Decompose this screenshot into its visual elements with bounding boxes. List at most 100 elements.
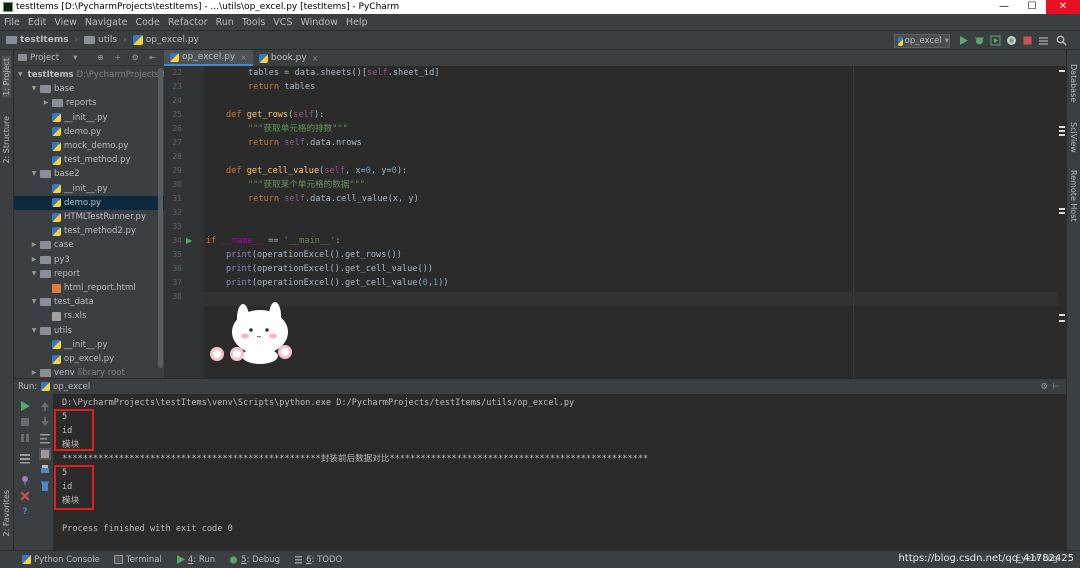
- tree-item[interactable]: ▼ testItemsD:\PycharmProjects\testItems: [14, 68, 164, 82]
- tree-item[interactable]: ▶ venv library root: [14, 366, 164, 378]
- sciview-tool-button[interactable]: SciView: [1069, 122, 1078, 153]
- run-tool-button[interactable]: 4 : Run: [176, 555, 215, 565]
- print-icon[interactable]: [39, 464, 51, 476]
- close-button[interactable]: ✕: [1046, 0, 1080, 14]
- stripe-marker[interactable]: [1059, 208, 1065, 210]
- expanded-arrow-icon[interactable]: ▼: [30, 267, 38, 281]
- tree-item[interactable]: demo.py: [14, 125, 164, 139]
- tree-item[interactable]: __init__.py: [14, 182, 164, 196]
- collapsed-arrow-icon[interactable]: ▶: [30, 366, 38, 378]
- gear-icon[interactable]: ⚙: [1040, 382, 1048, 392]
- close-tab-icon[interactable]: ×: [240, 53, 247, 62]
- terminal-tool-button[interactable]: Terminal: [113, 555, 162, 565]
- tab-book[interactable]: book.py ×: [253, 50, 325, 66]
- run-configuration-select[interactable]: op_excel ▾: [894, 34, 950, 48]
- tree-item[interactable]: ▼ base2: [14, 167, 164, 181]
- menu-run[interactable]: Run: [216, 17, 234, 28]
- tree-item[interactable]: ▶ case: [14, 238, 164, 252]
- tree-item[interactable]: __init__.py: [14, 111, 164, 125]
- stripe-marker[interactable]: [1059, 320, 1065, 322]
- tree-item[interactable]: ▶ reports: [14, 96, 164, 110]
- expanded-arrow-icon[interactable]: ▼: [18, 68, 23, 82]
- stripe-marker[interactable]: [1059, 70, 1065, 72]
- search-icon[interactable]: [1056, 35, 1067, 46]
- project-tree-scrollbar[interactable]: [158, 68, 163, 368]
- minimize-button[interactable]: —: [990, 0, 1018, 14]
- tree-item[interactable]: demo.py: [14, 195, 164, 210]
- todo-tool-button[interactable]: 6 : TODO: [294, 555, 342, 565]
- debug-icon[interactable]: [974, 35, 985, 46]
- breadcrumb-utils[interactable]: utils: [84, 35, 117, 45]
- stripe-marker[interactable]: [1059, 314, 1065, 316]
- run-console-output[interactable]: D:\PycharmProjects\testItems\venv\Script…: [54, 394, 1066, 550]
- stripe-marker[interactable]: [1059, 212, 1065, 214]
- menu-code[interactable]: Code: [135, 17, 159, 28]
- rerun-icon[interactable]: [19, 400, 31, 412]
- tree-item[interactable]: ▼ test_data: [14, 295, 164, 309]
- vcs-update-icon[interactable]: [1038, 35, 1049, 46]
- menu-navigate[interactable]: Navigate: [85, 17, 128, 28]
- collapsed-arrow-icon[interactable]: ▶: [42, 96, 50, 110]
- stop-icon[interactable]: [1022, 35, 1033, 46]
- expanded-arrow-icon[interactable]: ▼: [30, 324, 38, 338]
- debug-tool-button[interactable]: 5 : Debug: [229, 555, 280, 565]
- tree-item[interactable]: __init__.py: [14, 338, 164, 352]
- menu-edit[interactable]: Edit: [28, 17, 46, 28]
- structure-tool-button[interactable]: 2: Structure: [2, 116, 11, 164]
- trash-icon[interactable]: [39, 480, 51, 492]
- menu-window[interactable]: Window: [300, 17, 337, 28]
- stripe-marker[interactable]: [1059, 130, 1065, 132]
- expanded-arrow-icon[interactable]: ▼: [30, 82, 38, 96]
- tab-op-excel[interactable]: op_excel.py ×: [164, 50, 253, 66]
- favorites-tool-button[interactable]: 2: Favorites: [2, 490, 11, 536]
- code-editor[interactable]: tables = data.sheets()[self.sheet_id] re…: [204, 66, 1058, 378]
- database-tool-button[interactable]: Database: [1069, 64, 1078, 102]
- tree-item[interactable]: op_excel.py: [14, 352, 164, 366]
- close-icon[interactable]: [19, 490, 31, 502]
- stripe-marker[interactable]: [1059, 126, 1065, 128]
- hide-panel-icon[interactable]: ⊢: [1053, 382, 1060, 392]
- run-with-coverage-icon[interactable]: [990, 35, 1001, 46]
- menu-view[interactable]: View: [54, 17, 77, 28]
- layout-icon[interactable]: [19, 452, 31, 464]
- python-console-tool-button[interactable]: Python Console: [22, 555, 100, 565]
- editor-error-stripe[interactable]: [1058, 66, 1066, 378]
- stripe-marker[interactable]: [1059, 134, 1065, 136]
- tree-item[interactable]: HTMLTestRunner.py: [14, 210, 164, 224]
- soft-wrap-icon[interactable]: [39, 432, 51, 444]
- help-icon[interactable]: ?: [19, 506, 31, 518]
- run-gutter-icon[interactable]: ▶: [186, 236, 192, 245]
- project-tool-button[interactable]: 1: Project: [2, 56, 11, 98]
- tree-item[interactable]: ▼ base: [14, 82, 164, 96]
- breadcrumb-project[interactable]: testItems: [6, 35, 69, 45]
- tree-item[interactable]: mock_demo.py: [14, 139, 164, 153]
- project-panel-title[interactable]: Project: [30, 53, 59, 63]
- menu-refactor[interactable]: Refactor: [168, 17, 208, 28]
- tree-item[interactable]: ▶ py3: [14, 253, 164, 267]
- collapsed-arrow-icon[interactable]: ▶: [30, 253, 38, 267]
- menu-file[interactable]: File: [4, 17, 20, 28]
- expanded-arrow-icon[interactable]: ▼: [30, 167, 38, 181]
- scroll-to-end-icon[interactable]: [39, 448, 51, 460]
- tree-item[interactable]: html_report.html: [14, 281, 164, 295]
- tree-item[interactable]: test_method2.py: [14, 224, 164, 238]
- run-icon[interactable]: [958, 35, 969, 46]
- tree-item[interactable]: ▼ report: [14, 267, 164, 281]
- close-tab-icon[interactable]: ×: [312, 54, 319, 63]
- editor-gutter[interactable]: 22 23 24 25 26 27 28 29 30 31 32 33 34 35 36 37 38 ▶: [164, 66, 204, 378]
- arrow-down-icon[interactable]: [39, 416, 51, 428]
- profile-icon[interactable]: [1006, 35, 1017, 46]
- tree-item[interactable]: rs.xls: [14, 309, 164, 323]
- pin-icon[interactable]: [19, 474, 31, 486]
- arrow-up-icon[interactable]: [39, 400, 51, 412]
- menu-help[interactable]: Help: [346, 17, 368, 28]
- run-tab-op-excel[interactable]: op_excel: [53, 382, 90, 392]
- expanded-arrow-icon[interactable]: ▼: [30, 295, 38, 309]
- stop-icon[interactable]: [19, 416, 31, 428]
- menu-vcs[interactable]: VCS: [273, 17, 292, 28]
- pause-icon[interactable]: [19, 432, 31, 444]
- collapsed-arrow-icon[interactable]: ▶: [30, 238, 38, 252]
- tree-item[interactable]: test_method.py: [14, 153, 164, 167]
- menu-tools[interactable]: Tools: [242, 17, 265, 28]
- maximize-button[interactable]: ☐: [1018, 0, 1046, 14]
